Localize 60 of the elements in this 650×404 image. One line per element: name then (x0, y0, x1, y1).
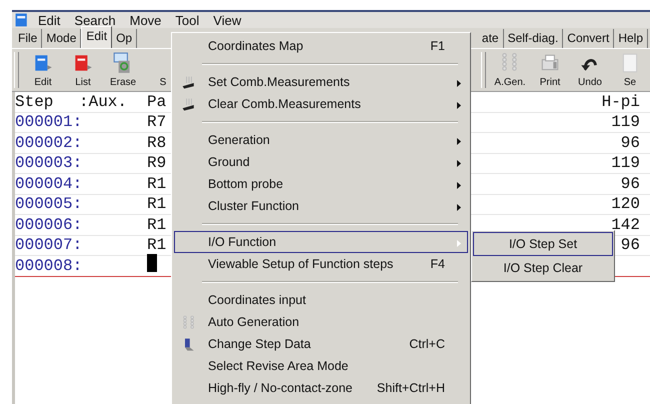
menu-item[interactable]: Coordinates input (174, 289, 468, 311)
table-cell-text: R1 (147, 195, 168, 214)
column-header: Pa (147, 92, 168, 111)
menu-bar-item[interactable]: Edit (32, 12, 66, 28)
table-cell: 000007: (15, 236, 79, 254)
toolbar-button[interactable]: A.Gen. (490, 49, 530, 91)
table-cell-text: R1 (147, 216, 168, 234)
menu-item[interactable]: I/O Step Clear (473, 256, 613, 280)
table-cell-text: 96 (620, 134, 641, 152)
table-cell-text: R9 (147, 154, 168, 172)
shortcut-text: F1 (430, 39, 445, 53)
menu-bar-item[interactable]: Move (124, 12, 168, 28)
menu-item[interactable]: Change Step Data Ctrl+C (174, 333, 468, 355)
shortcut-text: F4 (430, 257, 445, 271)
toolbar-button[interactable]: Print (530, 49, 570, 91)
comb-icon (181, 97, 197, 113)
menu-item[interactable]: Ground (174, 151, 468, 173)
table-cell: 000003: (15, 154, 79, 172)
toolbar-button[interactable]: Se (610, 49, 650, 91)
table-cell-text: 120 (611, 195, 641, 214)
shortcut-text: Ctrl+C (409, 337, 445, 351)
tab[interactable]: Edit (81, 26, 112, 48)
menu-bar-item[interactable]: Search (68, 12, 122, 28)
menu-item[interactable]: High-fly / No-contact-zone Shift+Ctrl+H (174, 377, 468, 399)
menu-bar-item[interactable]: View (207, 12, 248, 28)
table-cell-text: R1 (147, 236, 168, 254)
table-cell: 000002: (15, 134, 79, 152)
table-cell-text: 119 (611, 113, 641, 132)
toolbar-button[interactable]: Erase (103, 49, 143, 91)
pins-icon (181, 315, 197, 331)
menu-item[interactable]: Select Revise Area Mode (174, 355, 468, 377)
menu-item[interactable]: Bottom probe (174, 173, 468, 195)
table-cell: 000008: (15, 256, 79, 275)
table-cell: 000005: (15, 195, 79, 214)
table-cell-text: R8 (147, 134, 168, 152)
toolbar-button[interactable]: Edit (23, 49, 63, 91)
comb-icon (181, 75, 197, 91)
toolbar-button[interactable]: Undo (570, 49, 610, 91)
menu-item[interactable]: Clear Comb.Measurements (174, 93, 468, 115)
menu-bar-item[interactable]: Tool (169, 12, 206, 28)
table-cell-text: R7 (147, 113, 168, 132)
toolbar-button[interactable]: List (63, 49, 103, 91)
menu-item[interactable]: Cluster Function (174, 195, 468, 217)
table-cell: 000001: (15, 113, 79, 132)
menu-item[interactable]: Viewable Setup of Function steps F4 (174, 253, 468, 275)
table-cell-text: 142 (611, 216, 641, 234)
table-cell-text: R1 (147, 174, 168, 193)
table-cell-text: 119 (611, 154, 641, 172)
table-cell-text: 96 (620, 174, 641, 193)
column-header: :Aux. (79, 92, 128, 111)
column-header: Step (15, 92, 54, 111)
app-icon (14, 12, 30, 28)
menu-item[interactable]: Generation (174, 129, 468, 151)
table-cell-text: 96 (620, 236, 641, 254)
table-cell: 000006: (15, 216, 79, 234)
menu-item[interactable]: I/O Step Set (473, 232, 613, 256)
menu-item[interactable]: Auto Generation (174, 311, 468, 333)
shortcut-text: Shift+Ctrl+H (376, 381, 445, 395)
table-cell: 000004: (15, 174, 79, 193)
column-header: H-pi (602, 92, 641, 111)
